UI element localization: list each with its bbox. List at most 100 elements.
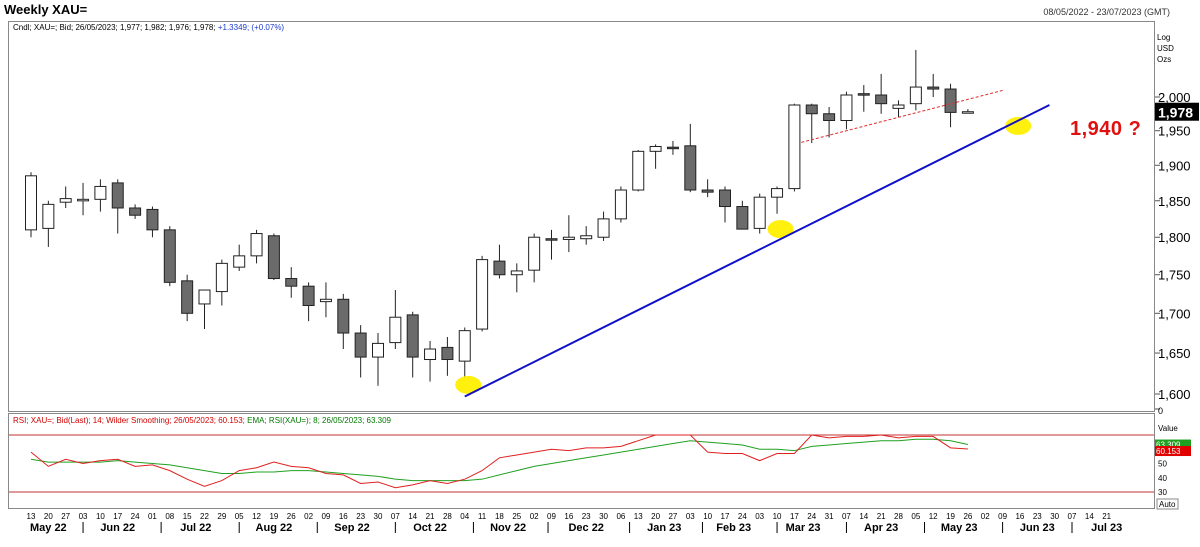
x-week-label: 04	[460, 512, 469, 521]
candle-bullish	[319, 298, 332, 303]
x-week-label: 03	[686, 512, 695, 521]
x-week-label: 02	[530, 512, 539, 521]
x-month-label: May 22	[30, 522, 67, 534]
candle-bullish	[961, 111, 974, 114]
x-week-label: 08	[165, 512, 174, 521]
x-week-label: 19	[946, 512, 955, 521]
candle-bearish	[805, 104, 818, 115]
y-tick-label: 1,850	[1158, 194, 1191, 209]
x-week-label: 05	[911, 512, 920, 521]
x-week-label: 17	[790, 512, 799, 521]
candle-bearish	[944, 88, 957, 113]
candle-bullish	[25, 175, 37, 231]
x-week-label: 07	[1068, 512, 1077, 521]
x-week-label: 01	[148, 512, 157, 521]
x-week-label: 24	[807, 512, 816, 521]
x-week-label: 16	[339, 512, 348, 521]
x-week-label: 03	[755, 512, 764, 521]
rsi-tick-label: Value	[1158, 424, 1178, 433]
x-week-label: 10	[773, 512, 782, 521]
x-week-label: 19	[269, 512, 278, 521]
rsi-tick-label: 50	[1158, 460, 1167, 469]
candle-bearish	[493, 260, 506, 276]
candle-bullish	[59, 198, 72, 203]
candle-bearish	[181, 280, 194, 314]
y-tick-label: 0	[1158, 406, 1163, 416]
x-week-label: 17	[113, 512, 122, 521]
candle-bullish	[597, 218, 610, 238]
candle-bullish	[510, 270, 523, 276]
y-tick-label: 1,800	[1158, 230, 1191, 245]
candle-bearish	[666, 146, 679, 150]
candle-bullish	[753, 196, 766, 229]
rsi-value-label: 60.153	[1156, 447, 1181, 456]
x-week-label: 09	[998, 512, 1007, 521]
x-week-label: 21	[1102, 512, 1111, 521]
candle-bullish	[909, 86, 922, 105]
y-tick-label: 1,650	[1158, 346, 1191, 361]
x-month-label: Sep 22	[334, 522, 369, 534]
x-month-label: Jul 23	[1091, 522, 1122, 534]
x-week-label: 16	[564, 512, 573, 521]
x-week-label: 26	[287, 512, 296, 521]
candle-bearish	[163, 229, 176, 283]
x-week-label: 21	[426, 512, 435, 521]
candle-bearish	[354, 332, 367, 358]
candle-bearish	[701, 189, 714, 193]
candle-bearish	[875, 94, 888, 105]
x-week-label: 30	[1050, 512, 1059, 521]
candle-bullish	[77, 198, 90, 202]
x-week-label: 23	[582, 512, 591, 521]
x-week-label: 24	[131, 512, 140, 521]
x-week-label: 30	[599, 512, 608, 521]
x-week-label: 27	[61, 512, 70, 521]
x-week-label: 25	[512, 512, 521, 521]
x-month-label: Feb 23	[716, 522, 751, 534]
x-week-label: 03	[79, 512, 88, 521]
candle-bearish	[285, 278, 298, 287]
candle-bearish	[302, 285, 315, 307]
x-week-label: 10	[96, 512, 105, 521]
candle-bullish	[840, 94, 853, 121]
x-week-label: 13	[634, 512, 643, 521]
candle-bullish	[233, 255, 246, 268]
x-week-label: 20	[44, 512, 53, 521]
x-week-label: 02	[981, 512, 990, 521]
x-week-label: 20	[651, 512, 660, 521]
x-week-label: 22	[200, 512, 209, 521]
x-week-label: 16	[1015, 512, 1024, 521]
x-week-label: 12	[929, 512, 938, 521]
x-month-label: May 23	[941, 522, 978, 534]
chart-canvas[interactable]: 2,0001,9501,9001,8501,8001,7501,7001,650…	[0, 0, 1200, 547]
candle-bullish	[788, 104, 801, 190]
x-week-label: 30	[374, 512, 383, 521]
x-week-label: 09	[321, 512, 330, 521]
candle-bullish	[892, 104, 905, 109]
candle-bearish	[129, 207, 142, 216]
x-week-label: 09	[547, 512, 556, 521]
x-week-label: 02	[304, 512, 313, 521]
x-month-label: Oct 22	[413, 522, 447, 534]
candle-bearish	[927, 86, 940, 90]
x-month-label: Jan 23	[647, 522, 681, 534]
candle-bullish	[250, 233, 263, 257]
candle-bullish	[528, 236, 541, 271]
y-tick-label: 1,950	[1158, 124, 1191, 139]
candle-bullish	[372, 342, 384, 358]
x-week-label: 05	[235, 512, 244, 521]
x-week-label: 27	[668, 512, 677, 521]
candle-bullish	[424, 348, 437, 361]
x-month-label: Jun 22	[100, 522, 135, 534]
candle-bullish	[389, 316, 402, 344]
x-week-label: 23	[1033, 512, 1042, 521]
auto-scale-label: Auto	[1159, 500, 1176, 509]
candle-bearish	[267, 235, 280, 280]
rsi-line	[30, 434, 968, 489]
candle-bullish	[476, 259, 489, 330]
x-week-label: 10	[703, 512, 712, 521]
candle-bearish	[545, 238, 558, 241]
candle-bearish	[719, 189, 731, 208]
candle-bullish	[614, 189, 627, 220]
x-week-label: 24	[738, 512, 747, 521]
ema-line	[30, 438, 969, 482]
